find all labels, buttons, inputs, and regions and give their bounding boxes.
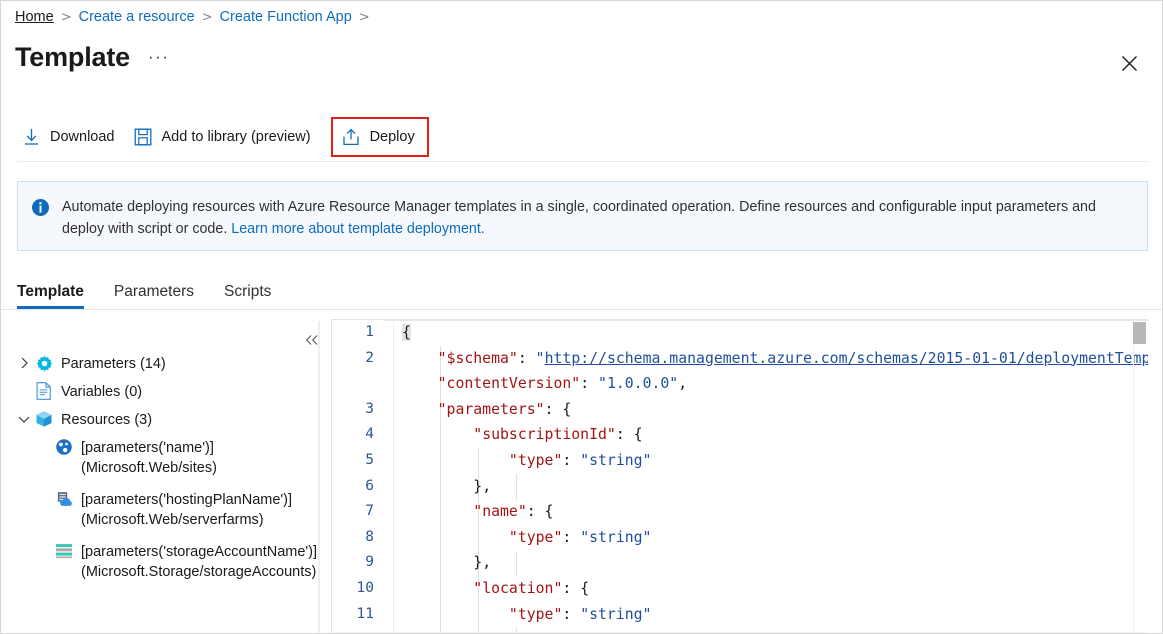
tab-list: Template Parameters Scripts bbox=[17, 273, 271, 309]
storage-account-icon bbox=[53, 541, 75, 561]
deploy-button[interactable]: Deploy bbox=[330, 117, 429, 157]
info-banner-body: Automate deploying resources with Azure … bbox=[62, 199, 1096, 237]
close-icon[interactable] bbox=[1114, 48, 1144, 78]
schema-url-link[interactable]: http://schema.management.azure.com/schem… bbox=[545, 350, 1148, 367]
tree-node-resource-storage-account[interactable]: [parameters('storageAccountName')] (Micr… bbox=[15, 541, 320, 582]
info-banner-text: Automate deploying resources with Azure … bbox=[62, 197, 1133, 240]
tab-parameters[interactable]: Parameters bbox=[114, 283, 194, 309]
download-button[interactable]: Download bbox=[17, 117, 129, 157]
tree-node-resource-server-farm[interactable]: [parameters('hostingPlanName')] (Microso… bbox=[15, 489, 320, 530]
chevron-down-icon[interactable] bbox=[15, 409, 33, 429]
template-json-editor[interactable]: 1 2 3 4 5 6 7 8 9 10 11 12 { "$schema": … bbox=[331, 319, 1148, 633]
breadcrumb-separator: > bbox=[60, 9, 72, 25]
download-button-label: Download bbox=[50, 129, 115, 145]
web-app-icon bbox=[53, 437, 75, 457]
cube-icon bbox=[33, 409, 55, 429]
breadcrumb-item-home[interactable]: Home bbox=[15, 9, 54, 25]
tree-node-resource-web-site-type: (Microsoft.Web/sites) bbox=[81, 460, 217, 476]
code-line-12: "type": "string" bbox=[508, 605, 652, 623]
line-number: 7 bbox=[365, 503, 374, 520]
line-number: 6 bbox=[365, 477, 374, 494]
document-icon bbox=[33, 381, 55, 401]
line-number: 1 bbox=[365, 324, 374, 340]
code-line-10: }, bbox=[473, 554, 492, 572]
line-number: 4 bbox=[365, 426, 374, 443]
line-number: 8 bbox=[365, 528, 374, 545]
tree-node-resource-storage-account-type: (Microsoft.Storage/storageAccounts) bbox=[81, 564, 317, 580]
page-title: Template bbox=[15, 42, 130, 72]
deploy-upload-icon bbox=[341, 128, 361, 146]
tree-node-parameters-label: Parameters (14) bbox=[61, 356, 166, 372]
code-line-9: "type": "string" bbox=[508, 528, 652, 546]
tree-node-resource-server-farm-label: [parameters('hostingPlanName')] bbox=[81, 492, 293, 508]
template-blade: Home > Create a resource > Create Functi… bbox=[0, 0, 1163, 634]
tree-node-resource-server-farm-type: (Microsoft.Web/serverfarms) bbox=[81, 512, 264, 528]
info-icon bbox=[32, 199, 49, 221]
code-line-11: "location": { bbox=[473, 579, 590, 597]
editor-vertical-scrollbar-thumb[interactable] bbox=[1133, 322, 1146, 344]
template-resource-tree: Parameters (14) Variables (0) Resources … bbox=[15, 353, 320, 631]
save-icon bbox=[133, 128, 153, 146]
tab-scripts[interactable]: Scripts bbox=[224, 283, 271, 309]
code-line-5: "subscriptionId": { bbox=[473, 426, 643, 444]
code-line-1: { bbox=[402, 324, 411, 341]
breadcrumb: Home > Create a resource > Create Functi… bbox=[15, 9, 377, 25]
command-bar-divider bbox=[17, 161, 1148, 162]
editor-code-content[interactable]: { "$schema": "http://schema.management.a… bbox=[402, 320, 1148, 627]
add-to-library-button-label: Add to library (preview) bbox=[161, 129, 311, 145]
gear-icon bbox=[33, 353, 55, 373]
breadcrumb-item-create-function-app[interactable]: Create Function App bbox=[220, 9, 352, 25]
deploy-button-label: Deploy bbox=[369, 129, 415, 145]
tree-node-resources-label: Resources (3) bbox=[61, 412, 153, 428]
line-number: 11 bbox=[356, 605, 374, 622]
info-banner: Automate deploying resources with Azure … bbox=[17, 181, 1148, 251]
code-line-6: "type": "string" bbox=[508, 451, 652, 469]
tree-node-resource-web-site-label: [parameters('name')] bbox=[81, 440, 214, 456]
code-line-4: "parameters": { bbox=[437, 400, 572, 418]
editor-line-number-gutter: 1 2 3 4 5 6 7 8 9 10 11 12 bbox=[332, 320, 384, 633]
learn-more-link[interactable]: Learn more about template deployment. bbox=[231, 221, 485, 237]
tree-node-variables[interactable]: Variables (0) bbox=[15, 381, 320, 402]
download-icon bbox=[21, 128, 41, 146]
line-number: 10 bbox=[356, 579, 374, 596]
command-bar: Download Add to library (preview) Deploy bbox=[17, 116, 429, 158]
line-number: 9 bbox=[365, 554, 374, 571]
line-number: 2 bbox=[365, 349, 374, 366]
tab-divider bbox=[1, 309, 1162, 310]
code-line-7: }, bbox=[473, 477, 492, 495]
indent-guide bbox=[516, 628, 517, 633]
line-number: 3 bbox=[365, 400, 374, 417]
line-number: 5 bbox=[365, 451, 374, 468]
code-line-3: "contentVersion": "1.0.0.0", bbox=[437, 375, 688, 393]
app-service-plan-icon bbox=[53, 489, 75, 509]
breadcrumb-separator: > bbox=[358, 9, 370, 25]
add-to-library-button[interactable]: Add to library (preview) bbox=[129, 117, 325, 157]
more-options-button[interactable]: ··· bbox=[148, 48, 169, 65]
tree-node-variables-label: Variables (0) bbox=[61, 384, 143, 400]
editor-gutter-divider bbox=[393, 320, 394, 633]
tree-node-resources[interactable]: Resources (3) bbox=[15, 409, 320, 430]
tree-node-parameters[interactable]: Parameters (14) bbox=[15, 353, 320, 374]
breadcrumb-item-create-a-resource[interactable]: Create a resource bbox=[79, 9, 195, 25]
breadcrumb-separator: > bbox=[201, 9, 213, 25]
code-line-8: "name": { bbox=[473, 503, 554, 521]
title-row: Template ··· bbox=[15, 42, 169, 73]
chevron-right-icon[interactable] bbox=[15, 353, 33, 373]
tab-template[interactable]: Template bbox=[17, 283, 84, 309]
tree-node-resource-storage-account-label: [parameters('storageAccountName')] bbox=[81, 544, 318, 560]
code-line-2: "$schema": "http://schema.management.azu… bbox=[402, 346, 1148, 372]
tree-node-resource-web-site[interactable]: [parameters('name')] (Microsoft.Web/site… bbox=[15, 437, 320, 478]
editor-vertical-scrollbar-track[interactable] bbox=[1133, 320, 1148, 633]
